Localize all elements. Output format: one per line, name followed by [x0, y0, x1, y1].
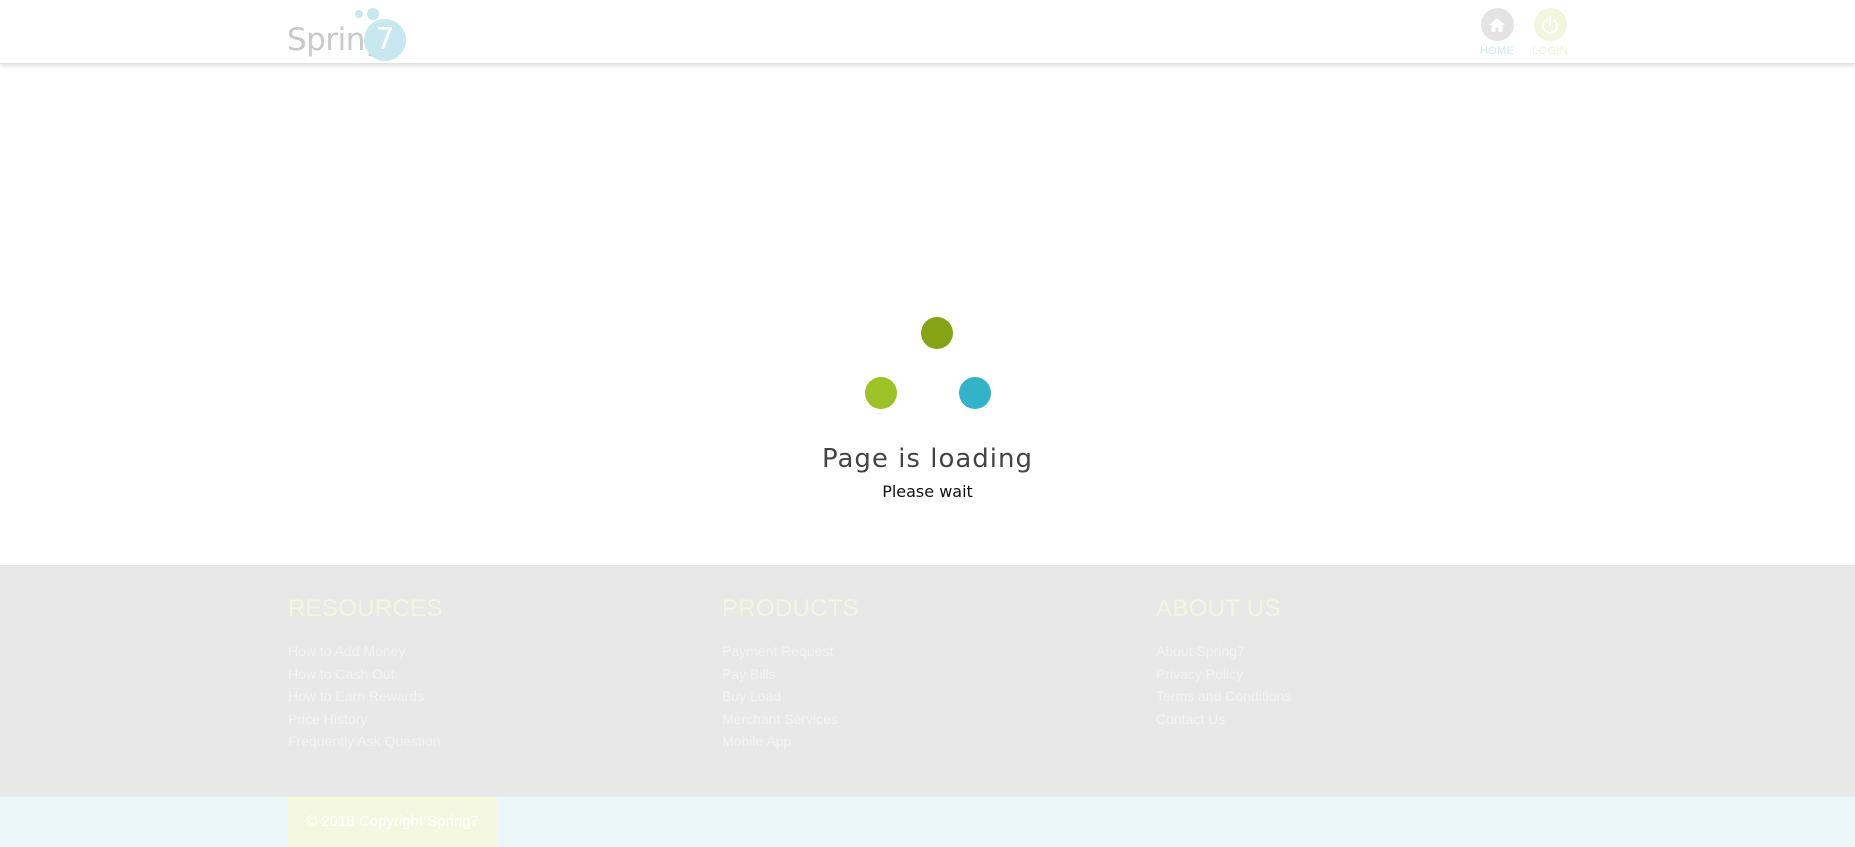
- loader-dot-left: [865, 377, 897, 409]
- logo-bubble-large: [367, 8, 379, 20]
- copyright-bar: © 2018 Copyright Spring7: [0, 797, 1855, 847]
- loader-dot-top: [921, 317, 953, 349]
- nav-login-label: LOGIN: [1532, 45, 1568, 57]
- footer-link[interactable]: How to Add Money: [288, 640, 688, 663]
- footer-link[interactable]: Frequently Ask Question: [288, 730, 688, 753]
- logo-seven-badge: 7: [364, 19, 406, 61]
- footer-link[interactable]: About Spring7: [1156, 640, 1556, 663]
- loading-title: Page is loading: [821, 444, 1033, 474]
- footer-heading-products: PRODUCTS: [722, 595, 860, 622]
- footer-link[interactable]: How to Cash Out: [288, 663, 688, 686]
- nav-home-label: HOME: [1479, 45, 1515, 57]
- footer-link[interactable]: Pay Bills: [722, 663, 1122, 686]
- logo-bubble-small: [355, 10, 363, 18]
- footer-link[interactable]: Contact Us: [1156, 708, 1556, 731]
- nav-login[interactable]: LOGIN: [1525, 8, 1575, 60]
- footer-column-resources: RESOURCES How to Add Money How to Cash O…: [288, 595, 688, 753]
- nav-home[interactable]: HOME: [1472, 8, 1522, 60]
- power-icon: [1533, 8, 1567, 41]
- footer-link[interactable]: How to Earn Rewards: [288, 685, 688, 708]
- site-header: Spring 7 HOME LOGIN: [0, 0, 1855, 64]
- footer-heading-resources: RESOURCES: [288, 595, 443, 622]
- footer-heading-about: ABOUT US: [1156, 595, 1281, 622]
- footer-link[interactable]: Merchant Services: [722, 708, 1122, 731]
- footer-link[interactable]: Mobile App: [722, 730, 1122, 753]
- footer-link[interactable]: Payment Request: [722, 640, 1122, 663]
- spring7-logo[interactable]: Spring 7: [287, 8, 412, 61]
- footer-column-about: ABOUT US About Spring7 Privacy Policy Te…: [1156, 595, 1556, 730]
- footer-link[interactable]: Price History: [288, 708, 688, 731]
- footer-link[interactable]: Buy Load: [722, 685, 1122, 708]
- copyright-text: © 2018 Copyright Spring7: [287, 797, 498, 847]
- loader-dot-right: [959, 377, 991, 409]
- home-icon: [1480, 8, 1514, 41]
- site-footer: RESOURCES How to Add Money How to Cash O…: [0, 565, 1855, 797]
- footer-link[interactable]: Privacy Policy: [1156, 663, 1556, 686]
- footer-column-products: PRODUCTS Payment Request Pay Bills Buy L…: [722, 595, 1122, 753]
- footer-link[interactable]: Terms and Conditions: [1156, 685, 1556, 708]
- loading-subtitle: Please wait: [882, 482, 973, 501]
- page-loader: Page is loading Please wait: [0, 64, 1855, 564]
